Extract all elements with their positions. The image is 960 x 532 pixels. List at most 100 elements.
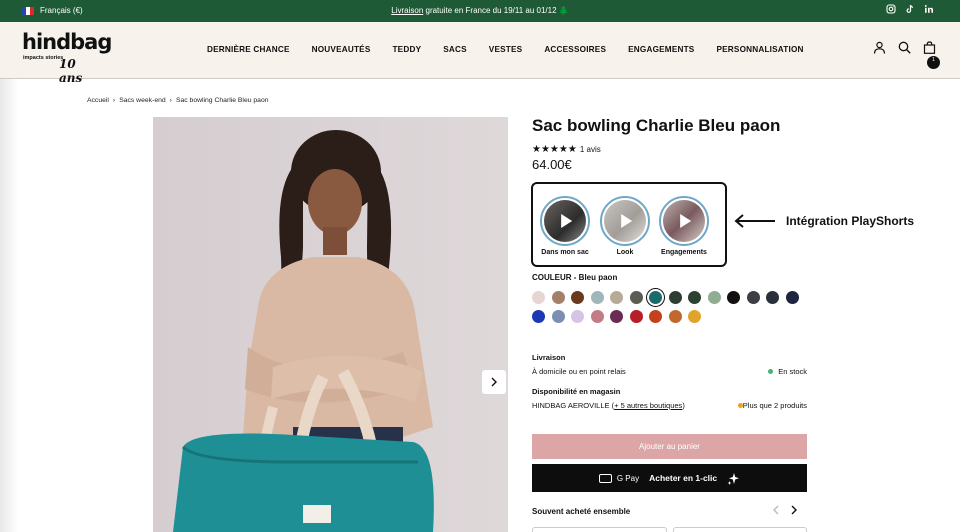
carousel-next-button[interactable] [790,505,798,518]
main-nav: DERNIÈRE CHANCE NOUVEAUTÉS TEDDY SACS VE… [207,45,804,54]
announcement-bar: Français (€) Livraison gratuite en Franc… [0,0,960,22]
header-actions: 1 [873,41,940,69]
store-heading: Disponibilité en magasin [532,387,621,396]
color-swatch[interactable] [766,291,779,304]
nav-item-derniere-chance[interactable]: DERNIÈRE CHANCE [207,45,290,54]
story-thumbnail [544,200,586,242]
nav-item-engagements[interactable]: ENGAGEMENTS [628,45,694,54]
color-swatch[interactable] [571,310,584,323]
search-icon[interactable] [898,41,911,54]
story-dans-mon-sac[interactable]: Dans mon sac [538,196,592,256]
left-edge-shadow [0,79,18,532]
color-swatch[interactable] [727,291,740,304]
breadcrumb-home[interactable]: Accueil [87,97,109,104]
color-swatch[interactable] [590,291,604,304]
other-stores-link[interactable]: + 5 autres boutiques [614,401,682,410]
nav-item-accessoires[interactable]: ACCESSOIRES [544,45,606,54]
color-swatch[interactable] [746,291,760,304]
breadcrumb: Accueil › Sacs week-end › Sac bowling Ch… [87,97,269,104]
often-bought-cards [532,527,807,532]
color-swatch[interactable] [590,310,604,323]
delivery-method: À domicile ou en point relais [532,367,626,376]
site-header: hindbag impacts stories 10 ans DERNIÈRE … [0,22,960,85]
cart-count-badge: 1 [927,56,940,69]
story-thumbnail-ring [540,196,590,246]
story-look[interactable]: Look [598,196,652,256]
color-swatch[interactable] [610,291,623,304]
carousel-prev-button[interactable] [772,505,780,518]
sparkle-icon [727,472,740,485]
linkedin-icon[interactable] [924,4,934,14]
rating-stars: ★★★★★ [532,144,577,155]
promo-message: gratuite en France du 19/11 au 01/12 🌲 [423,6,569,15]
product-image[interactable] [153,117,508,532]
color-swatch[interactable] [551,291,565,304]
story-label: Dans mon sac [541,249,589,256]
chevron-right-icon [491,377,497,387]
story-label: Engagements [661,249,707,256]
nav-item-nouveautes[interactable]: NOUVEAUTÉS [312,45,371,54]
story-thumbnail-ring [600,196,650,246]
color-swatch[interactable] [551,310,565,323]
color-swatch[interactable] [532,310,545,323]
product-card[interactable] [532,527,667,532]
story-thumbnail [663,200,705,242]
color-swatch[interactable] [688,291,701,304]
delivery-info: Livraison À domicile ou en point relais … [532,353,807,376]
color-swatches [532,291,812,323]
story-engagements[interactable]: Engagements [657,196,711,256]
nav-item-sacs[interactable]: SACS [443,45,467,54]
brand-name: hindbag [22,30,112,54]
play-icon [561,214,573,228]
breadcrumb-category[interactable]: Sacs week-end [119,97,165,104]
tiktok-icon[interactable] [905,4,915,14]
color-swatch[interactable] [785,291,799,304]
chevron-right-icon: › [112,97,116,104]
product-card[interactable] [672,527,807,532]
account-icon[interactable] [873,41,886,54]
brand-tagline: impacts stories [23,55,64,61]
nav-item-personnalisation[interactable]: PERSONNALISATION [716,45,803,54]
stock-status: En stock [778,367,807,376]
promo-text: Livraison gratuite en France du 19/11 au… [0,6,960,15]
color-swatch[interactable] [629,291,643,304]
brand-anniversary: 10 ans [59,57,83,85]
store-name-line: HINDBAG AEROVILLE (+ 5 autres boutiques) [532,401,685,410]
store-stock-status: Plus que 2 produits [742,401,807,410]
next-image-button[interactable] [482,370,506,394]
product-rating[interactable]: ★★★★★ 1 avis [532,144,601,155]
store-paren-close: ) [682,401,685,410]
nav-item-teddy[interactable]: TEDDY [392,45,421,54]
chevron-left-icon [773,505,779,515]
color-swatch[interactable] [571,291,584,304]
arrow-left-icon [734,214,775,228]
social-links [886,4,934,14]
playshorts-annotation: Intégration PlayShorts [734,214,914,228]
one-click-label: Acheter en 1-clic [649,473,718,483]
in-stock-dot [768,369,774,374]
color-swatch[interactable] [610,310,623,323]
nav-item-vestes[interactable]: VESTES [489,45,523,54]
cart-icon[interactable]: 1 [923,41,940,69]
color-swatch[interactable] [668,291,682,304]
instagram-icon[interactable] [886,4,896,14]
color-swatch[interactable] [649,291,662,304]
often-bought-heading: Souvent acheté ensemble [532,507,631,516]
breadcrumb-current: Sac bowling Charlie Bleu paon [175,97,269,104]
color-swatch[interactable] [649,310,662,323]
color-swatch[interactable] [532,291,545,304]
promo-link[interactable]: Livraison [391,6,423,15]
color-swatch[interactable] [668,310,682,323]
carousel-controls [772,505,798,518]
review-count[interactable]: 1 avis [580,145,601,154]
color-swatch[interactable] [707,291,721,304]
one-click-buy-button[interactable]: G Pay Acheter en 1-clic [532,464,807,492]
story-label: Look [616,249,634,256]
add-to-cart-button[interactable]: Ajouter au panier [532,434,807,459]
color-swatch[interactable] [688,310,701,323]
gpay-label: G Pay [616,473,640,483]
color-swatch[interactable] [629,310,643,323]
brand-logo[interactable]: hindbag impacts stories 10 ans [22,30,112,85]
chevron-right-icon [791,505,797,515]
annotation-text: Intégration PlayShorts [786,214,915,228]
